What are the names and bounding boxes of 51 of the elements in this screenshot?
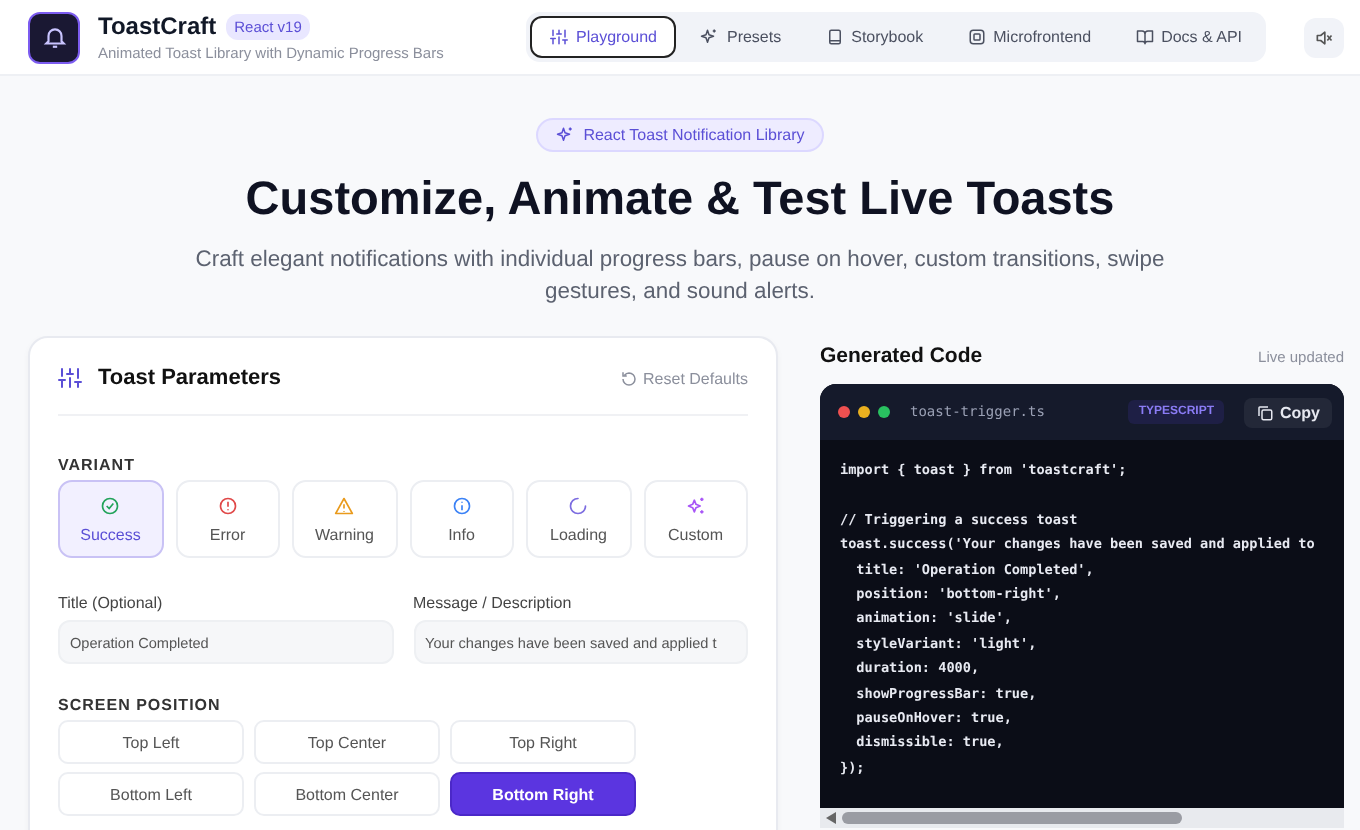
variant-option[interactable]: Success	[58, 480, 163, 558]
alert-circle-icon	[217, 495, 238, 515]
check-circle-icon	[100, 495, 121, 515]
maximize-dot-icon	[878, 406, 890, 418]
position-option[interactable]: Bottom Center	[254, 772, 440, 816]
hero-title: Customize, Animate & Test Live Toasts	[245, 172, 1115, 226]
reset-icon	[619, 369, 638, 387]
bell-icon	[41, 24, 67, 50]
variant-option[interactable]: Info	[409, 480, 514, 558]
variant-option[interactable]: Error	[175, 480, 280, 558]
scroll-left-arrow-icon	[826, 812, 836, 824]
app-title: ToastCraft	[98, 12, 217, 40]
muted-speaker-icon	[1314, 27, 1334, 47]
nav-tab[interactable]: Microfrontend	[947, 16, 1112, 58]
position-option[interactable]: Bottom Left	[58, 772, 244, 816]
sliders-icon	[550, 28, 568, 46]
field-label: Message / Description	[413, 594, 574, 612]
field-label: Title (Optional)	[58, 594, 165, 612]
copy-button[interactable]: Copy	[1244, 397, 1332, 427]
open-book-icon	[1135, 28, 1154, 46]
section-label: VARIANT	[58, 456, 137, 474]
card-title: Toast Parameters	[98, 366, 282, 390]
section-title: Generated Code	[820, 344, 983, 368]
variant-option[interactable]: Warning	[292, 480, 397, 558]
position-option[interactable]: Top Right	[450, 720, 636, 764]
minimize-dot-icon	[858, 406, 870, 418]
sound-toggle-button[interactable]	[1304, 17, 1344, 57]
copy-icon	[1256, 403, 1274, 421]
hero-badge: React Toast Notification Library	[535, 118, 825, 152]
section-label: SCREEN POSITION	[58, 696, 223, 714]
position-option[interactable]: Top Left	[58, 720, 244, 764]
nav-tab[interactable]: Storybook	[805, 16, 944, 58]
hero-subtitle: Craft elegant notifications with individual progress bars, pause on hover, custom transitions, swipe gestures, and sound alerts.	[193, 246, 1167, 308]
horizontal-scrollbar[interactable]	[820, 808, 1344, 828]
sparkle-icon	[685, 495, 706, 515]
sparkle-icon	[555, 126, 574, 144]
nav-tab[interactable]: Docs & API	[1115, 16, 1263, 58]
variant-option[interactable]: Loading	[526, 480, 631, 558]
sliders-icon	[58, 366, 82, 390]
position-option[interactable]: Bottom Right	[450, 772, 636, 816]
nav-tab[interactable]: Playground	[530, 16, 677, 58]
warning-triangle-icon	[334, 495, 355, 515]
sparkle-icon	[700, 28, 719, 46]
variant-option[interactable]: Custom	[643, 480, 748, 558]
square-icon	[967, 28, 986, 46]
nav-tab[interactable]: Presets	[680, 16, 802, 58]
spinner-icon	[568, 495, 589, 515]
position-option[interactable]: Top Center	[254, 720, 440, 764]
book-icon	[825, 28, 844, 46]
info-icon	[451, 495, 472, 515]
close-dot-icon	[838, 406, 850, 418]
